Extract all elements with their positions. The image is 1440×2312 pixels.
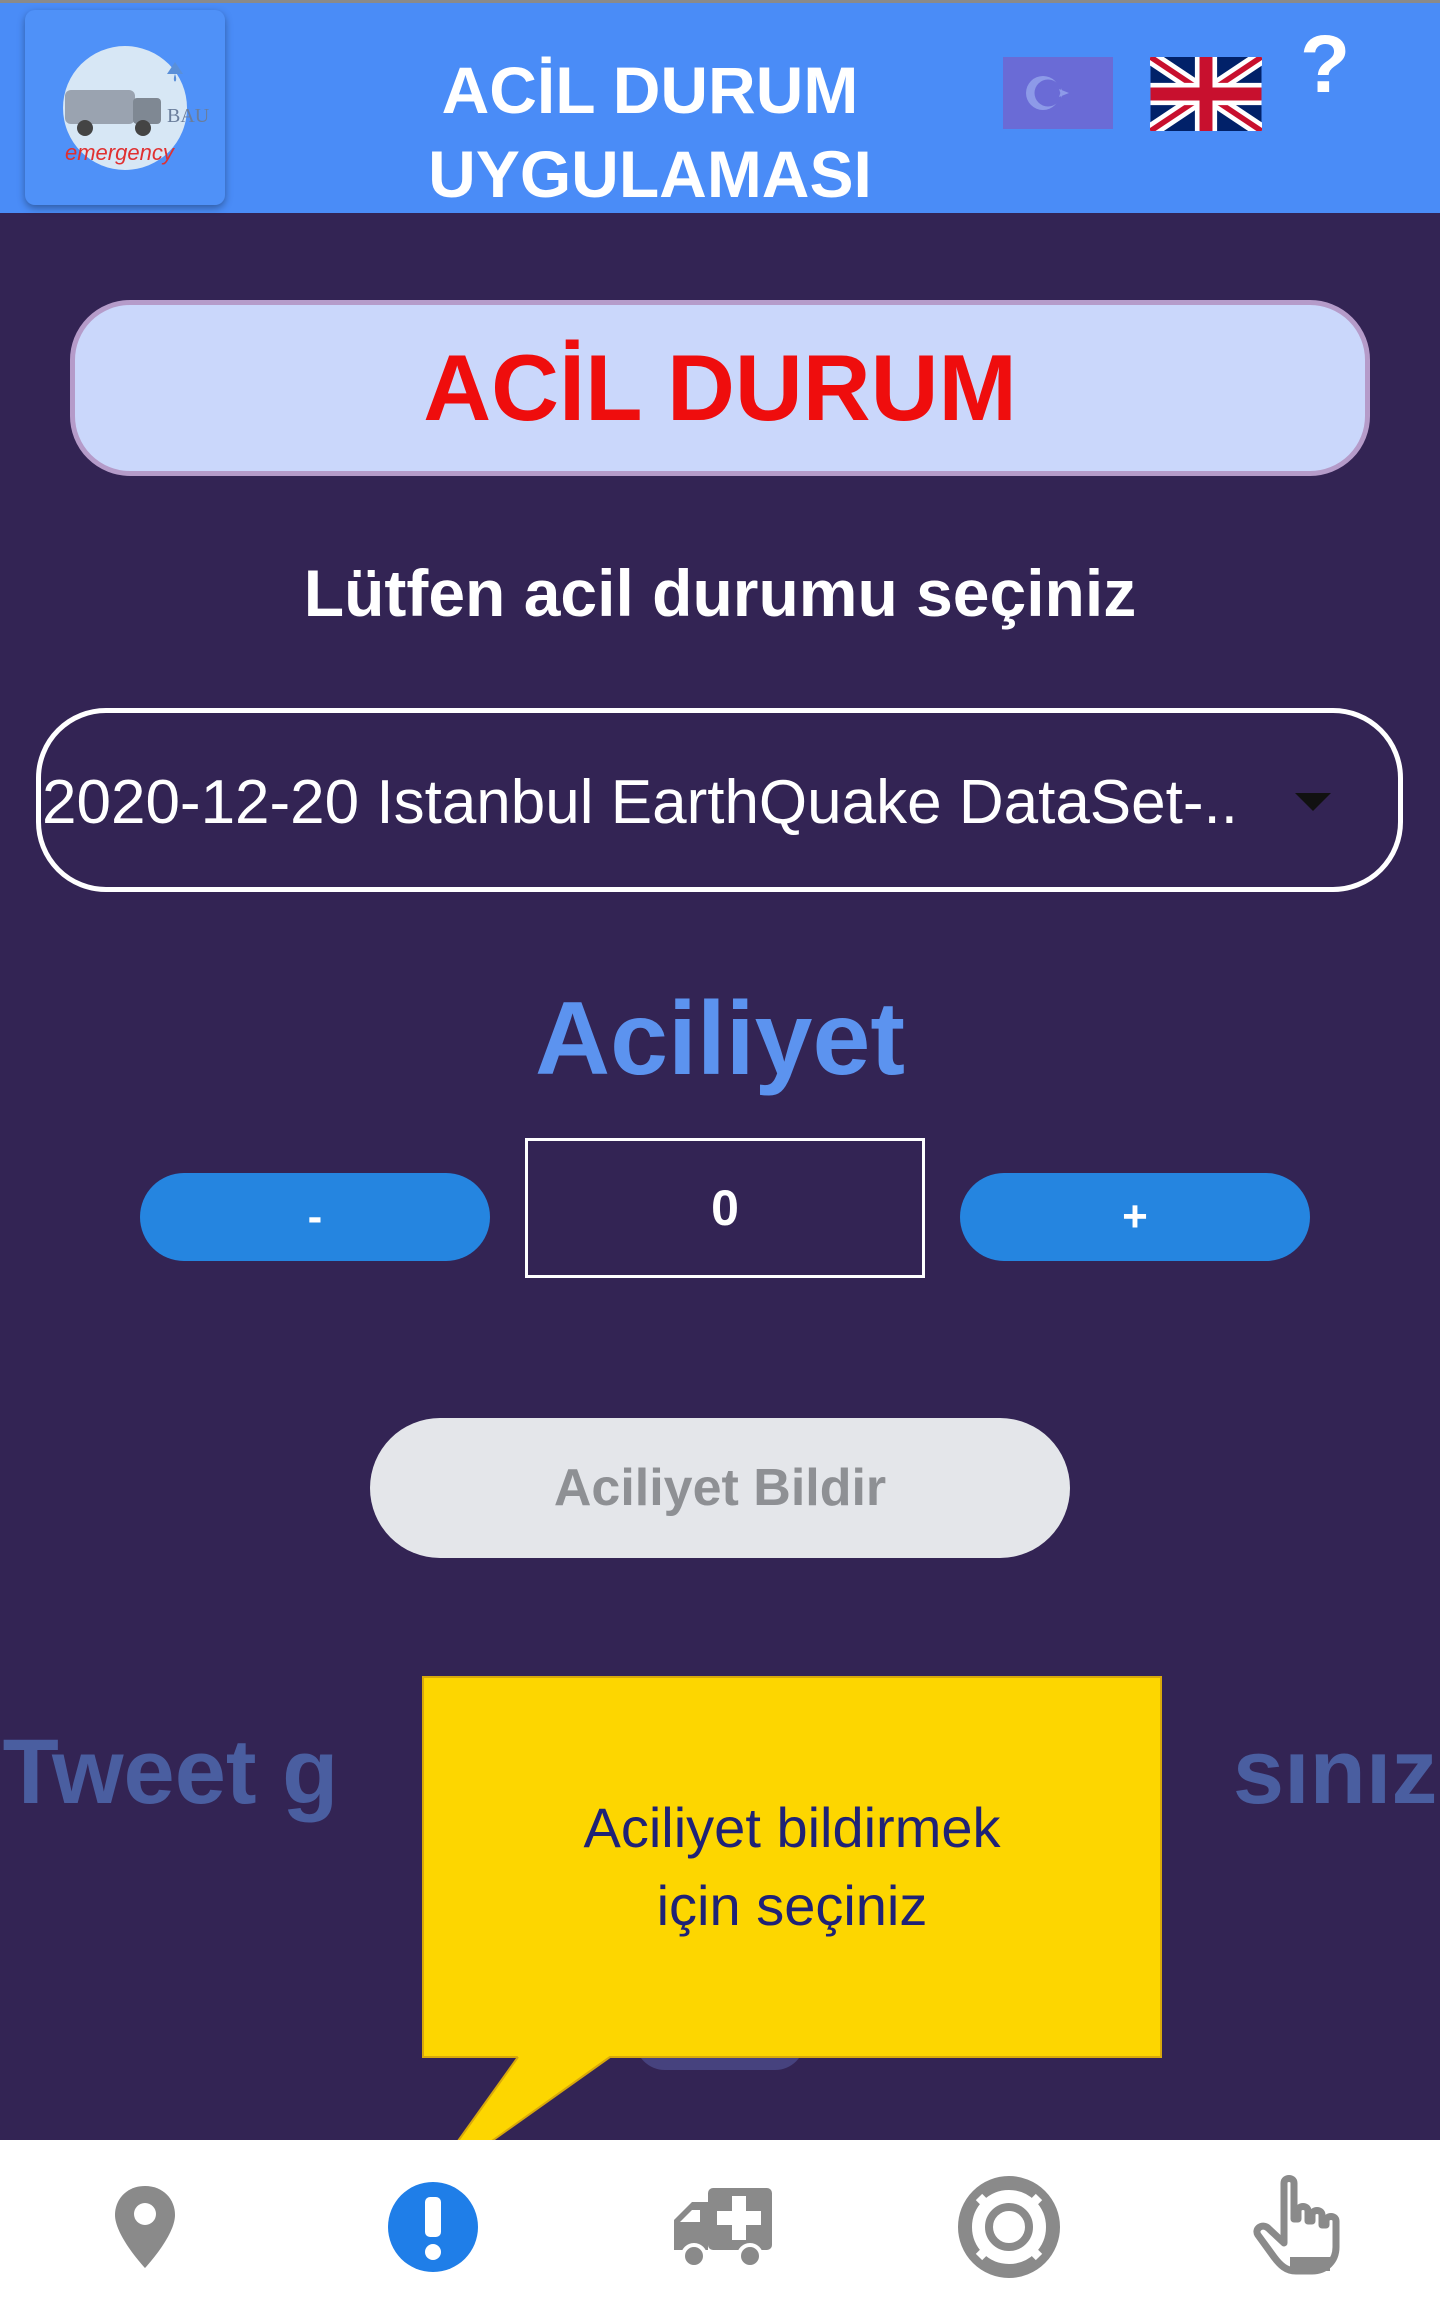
- hand-pointer-icon: [1253, 2175, 1340, 2275]
- dropdown-selected-value[interactable]: 2020-12-20 Istanbul EarthQuake DataSet-.…: [42, 765, 1242, 841]
- nav-help-support[interactable]: [949, 2172, 1069, 2282]
- page-title-line-1: ACİL DURUM: [441, 53, 859, 127]
- page-title-line-2: UYGULAMASI: [428, 137, 872, 211]
- tooltip-callout: Aciliyet bildirmek için seçiniz: [422, 1676, 1162, 2058]
- help-button[interactable]: ?: [1290, 20, 1360, 110]
- nav-urgency[interactable]: [373, 2172, 493, 2282]
- chevron-down-icon[interactable]: [1295, 793, 1331, 811]
- logo-image-icon: BAU emergency: [63, 46, 210, 170]
- urgency-title: Aciliyet: [535, 981, 905, 1097]
- nav-ambulance[interactable]: [663, 2172, 783, 2282]
- svg-text:emergency: emergency: [65, 140, 176, 165]
- uk-flag-icon[interactable]: [1146, 50, 1266, 138]
- ambulance-icon: [674, 2188, 772, 2269]
- urgency-value-field[interactable]: 0: [525, 1138, 925, 1278]
- app-logo[interactable]: BAU emergency: [25, 10, 225, 205]
- select-emergency-prompt: Lütfen acil durumu seçiniz: [303, 556, 1137, 630]
- callout-line-1: Aciliyet bildirmek: [583, 1796, 1001, 1859]
- increment-button[interactable]: +: [960, 1173, 1310, 1261]
- turkish-flag-icon[interactable]: [1003, 57, 1113, 129]
- svg-text:BAU: BAU: [167, 105, 210, 127]
- location-pin-icon: [115, 2186, 175, 2268]
- nav-location[interactable]: [85, 2172, 205, 2282]
- report-urgency-button[interactable]: Aciliyet Bildir: [370, 1418, 1070, 1558]
- page-title: ACİL DURUM UYGULAMASI: [330, 48, 970, 216]
- callout-line-2: için seçiniz: [656, 1874, 928, 1937]
- lifebuoy-icon: [958, 2176, 1060, 2278]
- exclamation-icon: [388, 2182, 478, 2272]
- nav-interact[interactable]: [1236, 2172, 1356, 2282]
- emergency-button[interactable]: ACİL DURUM: [70, 300, 1370, 476]
- decrement-button[interactable]: -: [140, 1173, 490, 1261]
